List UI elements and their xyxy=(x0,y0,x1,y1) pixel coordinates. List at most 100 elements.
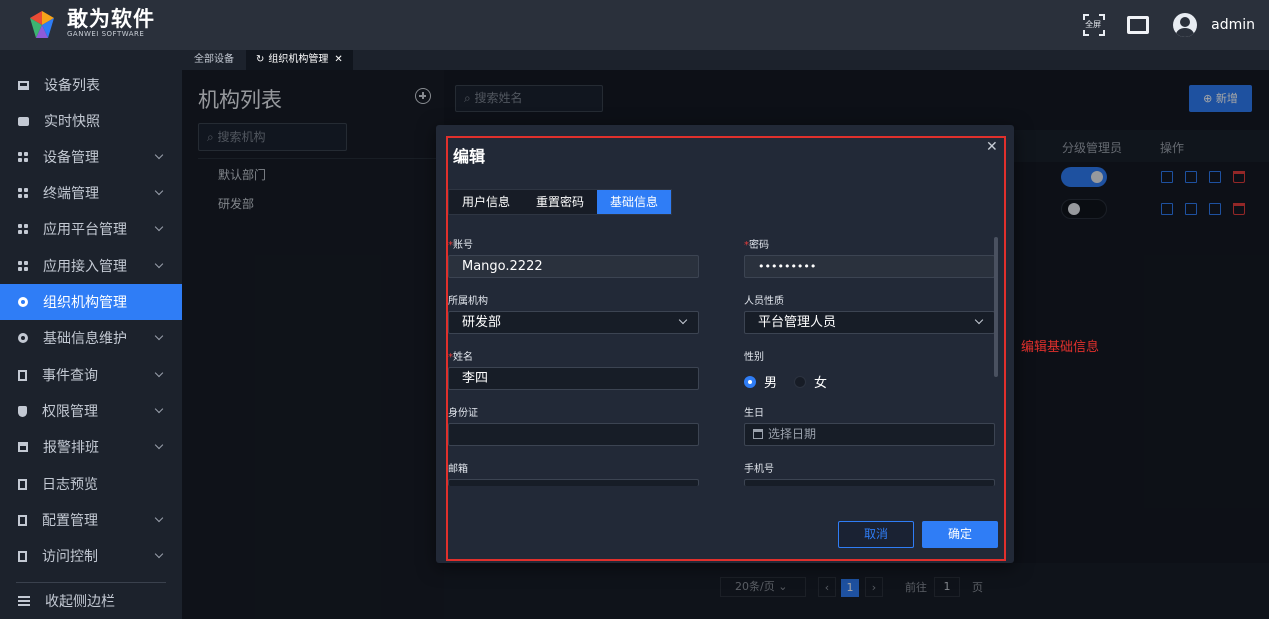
grid-icon xyxy=(18,152,28,162)
tab-label: 全部设备 xyxy=(194,54,234,65)
email-label: 邮箱 xyxy=(448,464,468,475)
chevron-down-icon xyxy=(974,315,984,325)
sidebar-item-label: 设备列表 xyxy=(44,78,100,94)
confirm-button[interactable]: 确定 xyxy=(922,521,998,548)
gender-male-label[interactable]: 男 xyxy=(764,372,777,391)
chevron-down-icon xyxy=(678,315,688,325)
annotation-text: 编辑基础信息 xyxy=(1021,340,1100,355)
document-icon xyxy=(18,550,27,562)
sidebar: 设备列表 实时快照 设备管理 终端管理 应用平台管理 应用接入管理 组织机构管理… xyxy=(0,50,182,619)
gender-female-label[interactable]: 女 xyxy=(814,372,827,391)
tab-reset-password[interactable]: 重置密码 xyxy=(523,190,597,214)
sidebar-item-label: 报警排班 xyxy=(43,440,99,456)
monitor-icon xyxy=(18,80,29,90)
tab-basic-info[interactable]: 基础信息 xyxy=(597,190,672,214)
sidebar-item-label: 设备管理 xyxy=(43,150,99,166)
sidebar-item-log-preview[interactable]: 日志预览 xyxy=(0,466,182,502)
sidebar-item-device-list[interactable]: 设备列表 xyxy=(0,67,182,103)
gear-icon xyxy=(18,297,28,307)
chevron-down-icon xyxy=(154,331,164,341)
org-select[interactable]: 研发部 xyxy=(448,311,699,334)
collapse-sidebar-button[interactable]: 收起侧边栏 xyxy=(0,583,182,619)
org-label: 所属机构 xyxy=(448,296,488,307)
password-field[interactable]: ••••••••• xyxy=(744,255,995,278)
sidebar-item-config[interactable]: 配置管理 xyxy=(0,502,182,538)
close-icon[interactable]: ✕ xyxy=(986,139,998,155)
staff-type-value: 平台管理人员 xyxy=(758,315,837,330)
sidebar-item-label: 事件查询 xyxy=(42,368,98,384)
tab-user-info[interactable]: 用户信息 xyxy=(449,190,523,214)
sidebar-item-org-management[interactable]: 组织机构管理 xyxy=(0,284,182,320)
staff-type-select[interactable]: 平台管理人员 xyxy=(744,311,995,334)
account-field[interactable]: Mango.2222 xyxy=(448,255,699,278)
collapse-label: 收起侧边栏 xyxy=(45,594,115,610)
collapse-icon xyxy=(18,596,30,606)
name-label: *姓名 xyxy=(448,352,473,363)
chevron-down-icon xyxy=(154,259,164,269)
sidebar-item-device-management[interactable]: 设备管理 xyxy=(0,139,182,175)
shield-icon xyxy=(18,405,27,417)
tab-all-devices[interactable]: 全部设备 xyxy=(184,50,244,70)
gender-male-radio[interactable] xyxy=(744,375,756,388)
close-icon[interactable]: ✕ xyxy=(334,54,342,65)
top-bar: 敢为软件 GANWEI SOFTWARE 全屏 admin xyxy=(0,0,1269,50)
birthday-placeholder: 选择日期 xyxy=(768,427,817,441)
ganwei-logo-icon xyxy=(30,11,54,38)
sidebar-item-label: 组织机构管理 xyxy=(43,295,127,311)
brand-subtitle: GANWEI SOFTWARE xyxy=(67,30,145,38)
sidebar-item-basic-info[interactable]: 基础信息维护 xyxy=(0,320,182,356)
birthday-label: 生日 xyxy=(744,408,764,419)
edit-dialog: 编辑 ✕ 用户信息 重置密码 基础信息 *账号 Mango.2222 *密码 •… xyxy=(436,125,1014,563)
tab-label: 组织机构管理 xyxy=(268,54,329,65)
document-icon xyxy=(18,369,27,381)
gender-radio-group: 男 女 xyxy=(744,372,827,391)
dialog-title: 编辑 xyxy=(453,147,486,166)
page-tabs: 全部设备 ↻ 组织机构管理 ✕ xyxy=(182,50,1269,70)
id-card-label: 身份证 xyxy=(448,408,478,419)
phone-label: 手机号 xyxy=(744,464,774,475)
sidebar-item-alarm-schedule[interactable]: 报警排班 xyxy=(0,429,182,465)
sidebar-item-label: 权限管理 xyxy=(42,404,98,420)
sidebar-item-label: 实时快照 xyxy=(44,114,100,130)
brand-name: 敢为软件 xyxy=(67,7,155,31)
name-field[interactable]: 李四 xyxy=(448,367,699,390)
sidebar-item-label: 日志预览 xyxy=(42,477,98,493)
birthday-field[interactable]: 选择日期 xyxy=(744,423,995,446)
scrollbar[interactable] xyxy=(994,237,998,377)
grid-icon xyxy=(18,188,28,198)
sidebar-item-label: 终端管理 xyxy=(43,186,99,202)
chevron-down-icon xyxy=(154,549,164,559)
phone-field[interactable] xyxy=(744,479,995,486)
calendar-icon xyxy=(18,442,28,452)
chevron-down-icon xyxy=(154,440,164,450)
email-field[interactable] xyxy=(448,479,699,486)
chevron-down-icon xyxy=(154,404,164,414)
gear-icon xyxy=(18,333,28,343)
dialog-tabs: 用户信息 重置密码 基础信息 xyxy=(448,189,673,215)
calendar-icon xyxy=(753,429,763,439)
chevron-down-icon xyxy=(154,222,164,232)
refresh-icon[interactable]: ↻ xyxy=(256,50,264,70)
username[interactable]: admin xyxy=(1211,17,1255,33)
sidebar-item-permissions[interactable]: 权限管理 xyxy=(0,393,182,429)
chevron-down-icon xyxy=(154,513,164,523)
chevron-down-icon xyxy=(154,368,164,378)
sidebar-item-access-control[interactable]: 访问控制 xyxy=(0,538,182,574)
sidebar-item-app-platform[interactable]: 应用平台管理 xyxy=(0,211,182,247)
avatar[interactable] xyxy=(1173,13,1198,37)
sidebar-item-label: 基础信息维护 xyxy=(43,331,127,347)
sidebar-item-app-access[interactable]: 应用接入管理 xyxy=(0,248,182,284)
fullscreen-button[interactable]: 全屏 xyxy=(1083,14,1106,36)
fullscreen-label: 全屏 xyxy=(1085,20,1102,29)
sidebar-item-snapshot[interactable]: 实时快照 xyxy=(0,103,182,139)
account-label: *账号 xyxy=(448,240,473,251)
sidebar-item-event-query[interactable]: 事件查询 xyxy=(0,357,182,393)
id-card-field[interactable] xyxy=(448,423,699,446)
tab-org-management[interactable]: ↻ 组织机构管理 ✕ xyxy=(246,50,353,70)
cancel-button[interactable]: 取消 xyxy=(838,521,914,548)
sidebar-item-terminal-management[interactable]: 终端管理 xyxy=(0,175,182,211)
maximize-icon[interactable] xyxy=(1127,16,1150,34)
sidebar-item-label: 应用平台管理 xyxy=(43,222,127,238)
document-icon xyxy=(18,478,27,490)
gender-female-radio[interactable] xyxy=(794,375,807,388)
